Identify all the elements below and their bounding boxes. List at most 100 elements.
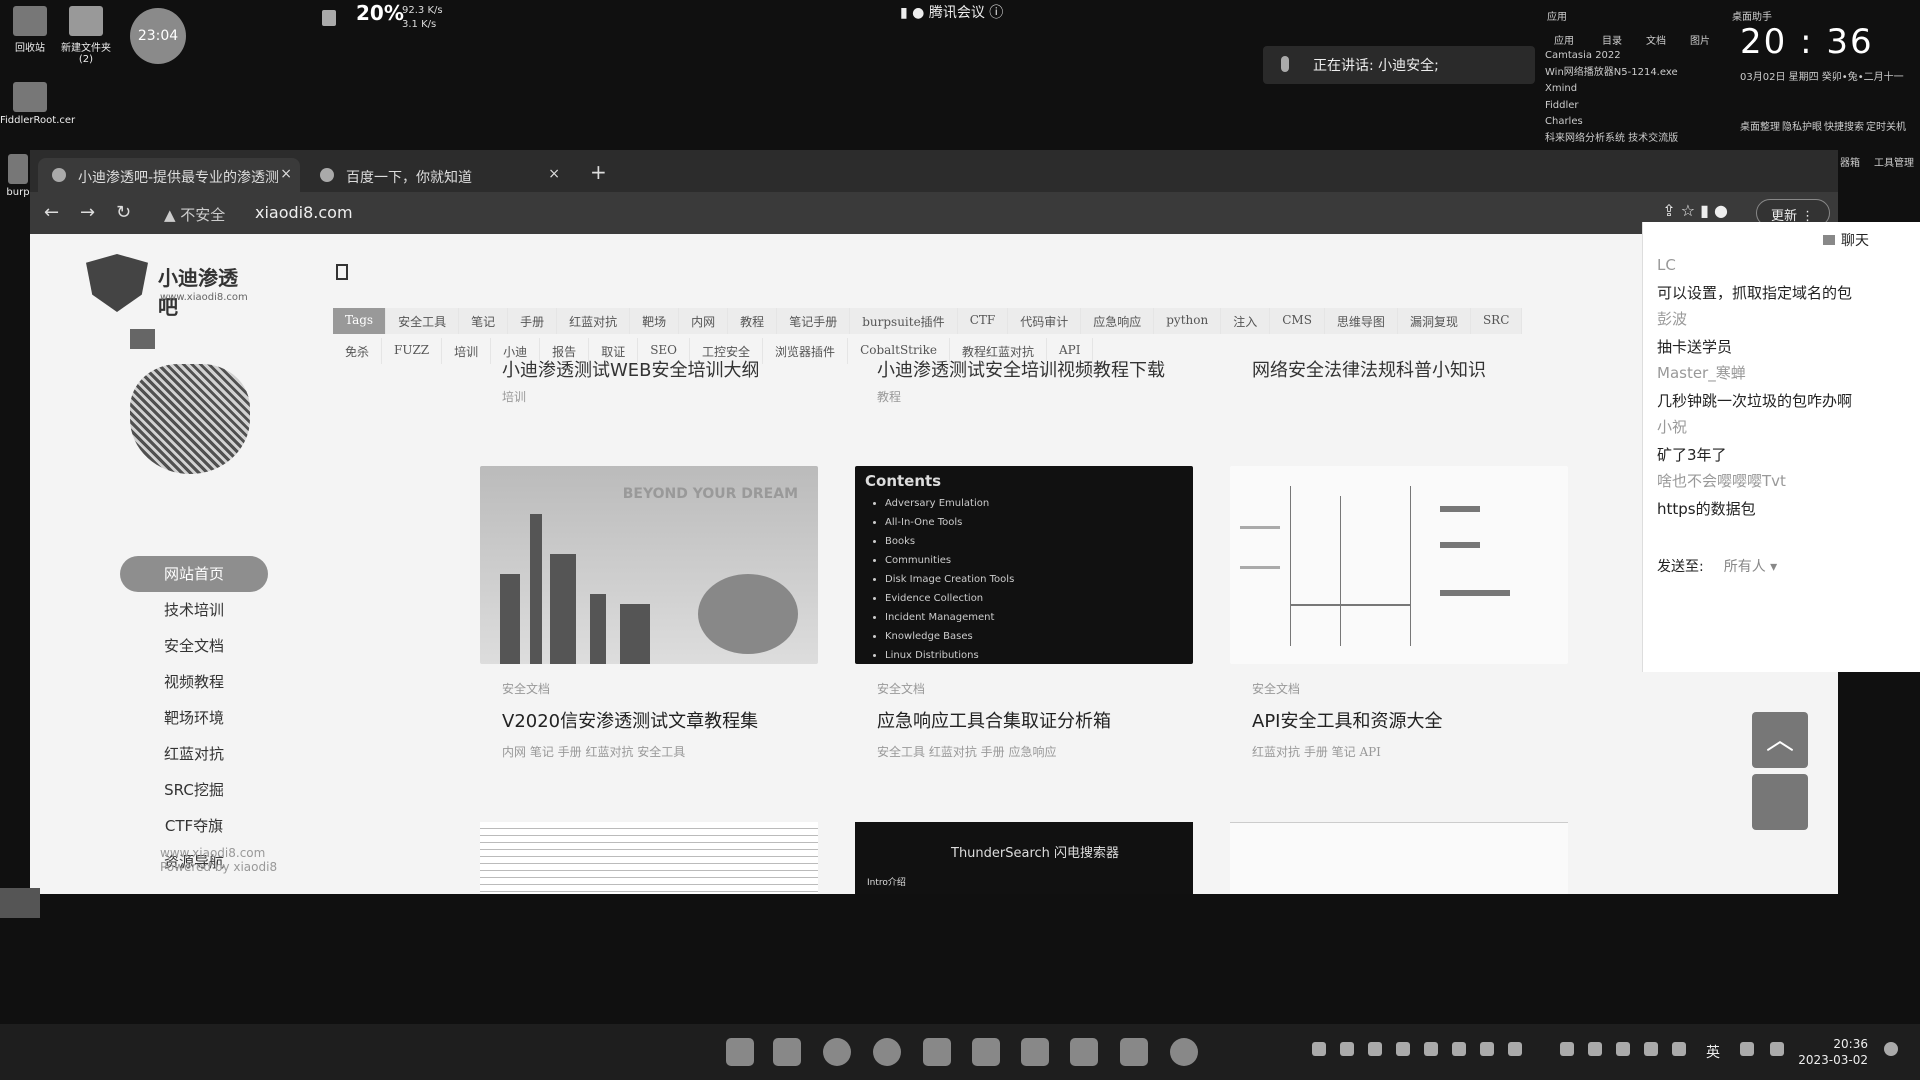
- panel-tab[interactable]: 文档: [1646, 32, 1666, 47]
- qq-contact-button[interactable]: [1752, 774, 1808, 830]
- panel-tab[interactable]: 应用: [1554, 32, 1574, 47]
- tag-item[interactable]: SRC: [1471, 308, 1523, 334]
- tag-item[interactable]: 工控安全: [690, 338, 764, 364]
- tray-icon[interactable]: [1560, 1042, 1574, 1056]
- tag-item[interactable]: CobaltStrike: [848, 338, 950, 364]
- new-tab-button[interactable]: +: [590, 160, 607, 184]
- sidebar-item-home[interactable]: 网站首页: [120, 556, 268, 592]
- quick-action[interactable]: 快捷搜索: [1824, 118, 1864, 133]
- tag-item[interactable]: 手册: [508, 308, 558, 334]
- recycle-bin-icon[interactable]: 回收站: [0, 6, 60, 54]
- app-icon[interactable]: [1021, 1038, 1049, 1066]
- sidebar-item-docs[interactable]: 安全文档: [120, 628, 268, 664]
- article-title[interactable]: 网络安全法律法规科普小知识: [1252, 356, 1486, 382]
- tray-icon[interactable]: [1588, 1042, 1602, 1056]
- tag-item[interactable]: API: [1047, 338, 1094, 364]
- tray-icon[interactable]: [1508, 1042, 1522, 1056]
- tag-item[interactable]: 漏洞复现: [1398, 308, 1471, 334]
- quick-action[interactable]: 桌面整理: [1740, 118, 1780, 133]
- app-icon[interactable]: [1070, 1038, 1098, 1066]
- tab-xiaodi[interactable]: 小迪渗透吧-提供最专业的渗透测 ×: [38, 158, 300, 192]
- meeting-status[interactable]: ▮ ● 腾讯会议 ⓘ: [900, 2, 1003, 22]
- tag-item[interactable]: 小迪: [491, 338, 541, 364]
- tag-item[interactable]: 报告: [540, 338, 590, 364]
- app-item[interactable]: Charles: [1545, 114, 1678, 131]
- sidebar-item-videos[interactable]: 视频教程: [120, 664, 268, 700]
- tag-item[interactable]: FUZZ: [382, 338, 443, 364]
- app-item[interactable]: Fiddler: [1545, 98, 1678, 115]
- sidebar-item-src[interactable]: SRC挖掘: [120, 772, 268, 808]
- card-category[interactable]: 安全文档: [1252, 680, 1568, 697]
- tag-item[interactable]: CTF: [958, 308, 1009, 334]
- tag-item[interactable]: 笔记手册: [777, 308, 851, 334]
- article-category[interactable]: 教程: [877, 388, 901, 405]
- network-icon[interactable]: [1740, 1042, 1754, 1056]
- article-thumbnail[interactable]: [1230, 822, 1568, 894]
- tag-item[interactable]: 靶场: [630, 308, 680, 334]
- article-card[interactable]: 安全文档 API安全工具和资源大全 红蓝对抗 手册 笔记 API: [1230, 466, 1568, 760]
- quick-action[interactable]: 定时关机: [1866, 118, 1906, 133]
- tag-item[interactable]: 取证: [589, 338, 639, 364]
- close-icon[interactable]: ×: [548, 166, 560, 182]
- url-input[interactable]: xiaodi8.com: [255, 203, 353, 222]
- tag-item[interactable]: 安全工具: [386, 308, 460, 334]
- card-title[interactable]: 应急响应工具合集取证分析箱: [877, 707, 1193, 733]
- tag-item[interactable]: 红蓝对抗: [557, 308, 631, 334]
- tray-icon[interactable]: [1424, 1042, 1438, 1056]
- site-logo[interactable]: 小迪渗透吧 www.xiaodi8.com: [86, 254, 248, 319]
- volume-icon[interactable]: [1770, 1042, 1784, 1056]
- article-thumbnail[interactable]: ThunderSearch 闪电搜索器 Intro介绍: [855, 822, 1193, 894]
- send-to-selector[interactable]: 发送至: 所有人 ▾: [1657, 556, 1777, 576]
- notification-icon[interactable]: [1884, 1042, 1898, 1056]
- tag-item[interactable]: 笔记: [459, 308, 509, 334]
- tag-item[interactable]: 教程红蓝对抗: [950, 338, 1047, 364]
- tag-item[interactable]: SEO: [638, 338, 691, 364]
- close-icon[interactable]: ×: [280, 166, 292, 182]
- tag-item[interactable]: 内网: [679, 308, 729, 334]
- tab-baidu[interactable]: 百度一下，你就知道 ×: [306, 158, 568, 192]
- tag-item[interactable]: Tags: [333, 308, 387, 334]
- tray-icon[interactable]: [1644, 1042, 1658, 1056]
- tray-icon[interactable]: [1396, 1042, 1410, 1056]
- card-tags[interactable]: 安全工具 红蓝对抗 手册 应急响应: [877, 743, 1193, 760]
- scroll-to-top-button[interactable]: ︿: [1752, 712, 1808, 768]
- edge-icon[interactable]: [873, 1038, 901, 1066]
- tag-item[interactable]: burpsuite插件: [850, 308, 958, 334]
- quick-action[interactable]: 器箱: [1840, 154, 1860, 169]
- send-to-value[interactable]: 所有人 ▾: [1724, 559, 1777, 575]
- quick-action[interactable]: 工具管理: [1874, 154, 1914, 169]
- article-card[interactable]: Contents Adversary Emulation All-In-One …: [855, 466, 1193, 760]
- card-tags[interactable]: 红蓝对抗 手册 笔记 API: [1252, 743, 1568, 760]
- article-category[interactable]: 培训: [502, 388, 526, 405]
- quick-action[interactable]: 隐私护眼: [1782, 118, 1822, 133]
- app-item[interactable]: Camtasia 2022: [1545, 48, 1678, 65]
- sidebar-item-ctf[interactable]: CTF夺旗: [120, 808, 268, 844]
- tag-item[interactable]: 免杀: [333, 338, 383, 364]
- card-tags[interactable]: 内网 笔记 手册 红蓝对抗 安全工具: [502, 743, 818, 760]
- file-explorer-icon[interactable]: [773, 1038, 801, 1066]
- back-button[interactable]: ←: [44, 202, 59, 223]
- article-card[interactable]: BEYOND YOUR DREAM 安全文档 V2020信安渗透测试文章教程集 …: [480, 466, 818, 760]
- settings-icon[interactable]: [1170, 1038, 1198, 1066]
- app-item[interactable]: Xmind: [1545, 81, 1678, 98]
- microphone-icon[interactable]: [1672, 1042, 1686, 1056]
- reload-button[interactable]: ↻: [116, 202, 131, 223]
- app-item[interactable]: 科来网络分析系统 技术交流版: [1545, 131, 1678, 148]
- tag-item[interactable]: python: [1154, 308, 1222, 334]
- folder-icon[interactable]: 新建文件夹 (2): [56, 6, 116, 65]
- tag-item[interactable]: 教程: [728, 308, 778, 334]
- wechat-icon[interactable]: [923, 1038, 951, 1066]
- tray-icon[interactable]: [1452, 1042, 1466, 1056]
- tray-icon[interactable]: [1616, 1042, 1630, 1056]
- tag-item[interactable]: 代码审计: [1008, 308, 1082, 334]
- tag-item[interactable]: 注入: [1221, 308, 1271, 334]
- app-icon[interactable]: [972, 1038, 1000, 1066]
- forward-button[interactable]: →: [80, 202, 95, 223]
- tag-item[interactable]: 思维导图: [1325, 308, 1398, 334]
- input-language[interactable]: 英: [1706, 1042, 1720, 1062]
- card-title[interactable]: V2020信安渗透测试文章教程集: [502, 707, 818, 733]
- tray-icon[interactable]: [1480, 1042, 1494, 1056]
- tray-icon[interactable]: [1340, 1042, 1354, 1056]
- panel-tab[interactable]: 图片: [1690, 32, 1710, 47]
- taskbar-clock[interactable]: 20:36 2023-03-02: [1788, 1036, 1868, 1068]
